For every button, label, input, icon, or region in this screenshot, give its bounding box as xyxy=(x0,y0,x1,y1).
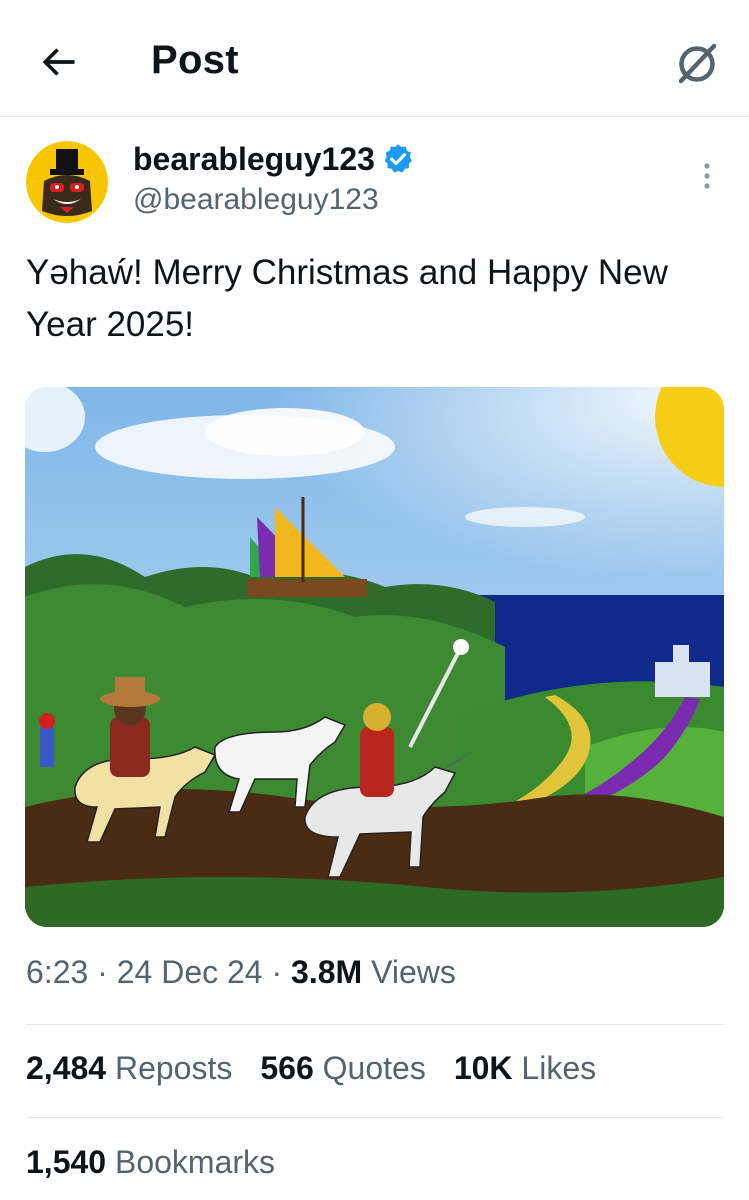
author-name-row[interactable]: bearableguy123 xyxy=(133,137,415,181)
reposts-label: Reposts xyxy=(106,1050,233,1086)
post-meta: 6:23 · 24 Dec 24 · 3.8M Views xyxy=(26,954,456,991)
more-vertical-icon[interactable] xyxy=(692,158,722,194)
likes-count: 10K xyxy=(453,1050,513,1086)
top-bar: Post xyxy=(0,0,749,117)
tweet-media-image[interactable] xyxy=(25,387,724,927)
display-name[interactable]: bearableguy123 xyxy=(133,141,375,178)
grok-icon[interactable] xyxy=(672,40,722,86)
verified-badge-icon xyxy=(384,144,412,173)
likes-stat[interactable]: 10K Likes xyxy=(454,1050,596,1087)
divider xyxy=(26,1024,724,1025)
bookmarks-count: 1,540 xyxy=(26,1144,107,1180)
separator: · xyxy=(88,954,117,990)
separator: · xyxy=(262,954,292,990)
likes-label: Likes xyxy=(512,1050,597,1086)
arrow-left-icon[interactable] xyxy=(36,40,80,84)
divider xyxy=(26,1117,724,1118)
tweet-text: Yəhaẃ! Merry Christmas and Happy New Yea… xyxy=(26,253,668,344)
engagement-stats: 2,484 Reposts 566 Quotes 10K Likes xyxy=(26,1050,624,1087)
views-count: 3.8M xyxy=(291,954,363,990)
page-title: Post xyxy=(151,38,239,82)
bookmarks-label: Bookmarks xyxy=(106,1144,276,1180)
reposts-count: 2,484 xyxy=(26,1050,107,1086)
quotes-label: Quotes xyxy=(313,1050,426,1086)
post-time[interactable]: 6:23 xyxy=(26,954,88,990)
bookmarks-stat[interactable]: 1,540 Bookmarks xyxy=(26,1144,275,1181)
avatar[interactable] xyxy=(26,141,108,223)
post-date[interactable]: 24 Dec 24 xyxy=(117,954,263,990)
handle[interactable]: @bearableguy123 xyxy=(133,183,379,217)
views-label: Views xyxy=(362,954,456,990)
quotes-stat[interactable]: 566 Quotes xyxy=(260,1050,425,1087)
reposts-stat[interactable]: 2,484 Reposts xyxy=(26,1050,232,1087)
quotes-count: 566 xyxy=(260,1050,314,1086)
